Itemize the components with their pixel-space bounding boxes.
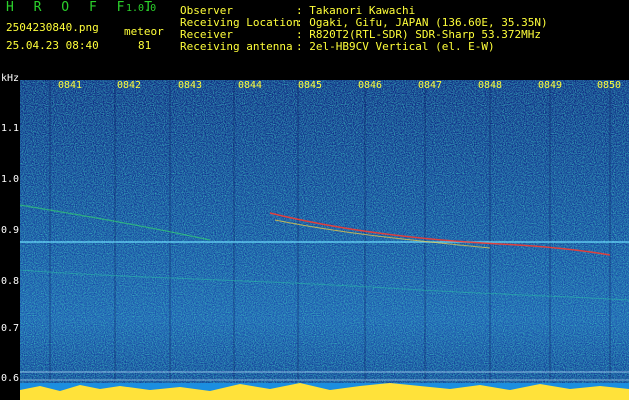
y-tick-label: 0.8 <box>1 276 20 287</box>
x-tick-label: 0849 <box>538 80 563 91</box>
x-tick-label: 0850 <box>597 80 622 91</box>
y-tick-label: 1.0 <box>1 174 20 185</box>
y-tick-label: 0.6 <box>1 373 20 384</box>
axis-unit: kHz <box>1 73 20 84</box>
meteor-count: 81 <box>138 39 152 52</box>
capture-datetime: 25.04.23 08:40 <box>6 39 99 52</box>
y-tick-label: 0.9 <box>1 225 20 236</box>
x-tick-label: 0845 <box>298 80 323 91</box>
x-tick-label: 0847 <box>418 80 443 91</box>
y-tick-label: 1.1 <box>1 123 20 134</box>
header-panel: H R O F F T 1.0.0 2504230840.png 25.04.2… <box>0 0 629 80</box>
x-tick-label: 0842 <box>117 80 142 91</box>
antenna-key: Receiving antenna <box>180 40 293 53</box>
x-tick-label: 0841 <box>58 80 83 91</box>
meteor-label: meteor <box>124 25 164 38</box>
spectrogram <box>20 80 629 400</box>
x-tick-label: 0848 <box>478 80 503 91</box>
x-tick-label: 0844 <box>238 80 263 91</box>
noise-layer <box>20 80 629 400</box>
y-tick-label: 0.7 <box>1 323 20 334</box>
x-tick-label: 0843 <box>178 80 203 91</box>
file-name: 2504230840.png <box>6 21 99 34</box>
x-tick-label: 0846 <box>358 80 383 91</box>
app-version: 1.0.0 <box>126 3 157 14</box>
antenna-value: : 2el-HB9CV Vertical (el. E-W) <box>296 40 495 53</box>
